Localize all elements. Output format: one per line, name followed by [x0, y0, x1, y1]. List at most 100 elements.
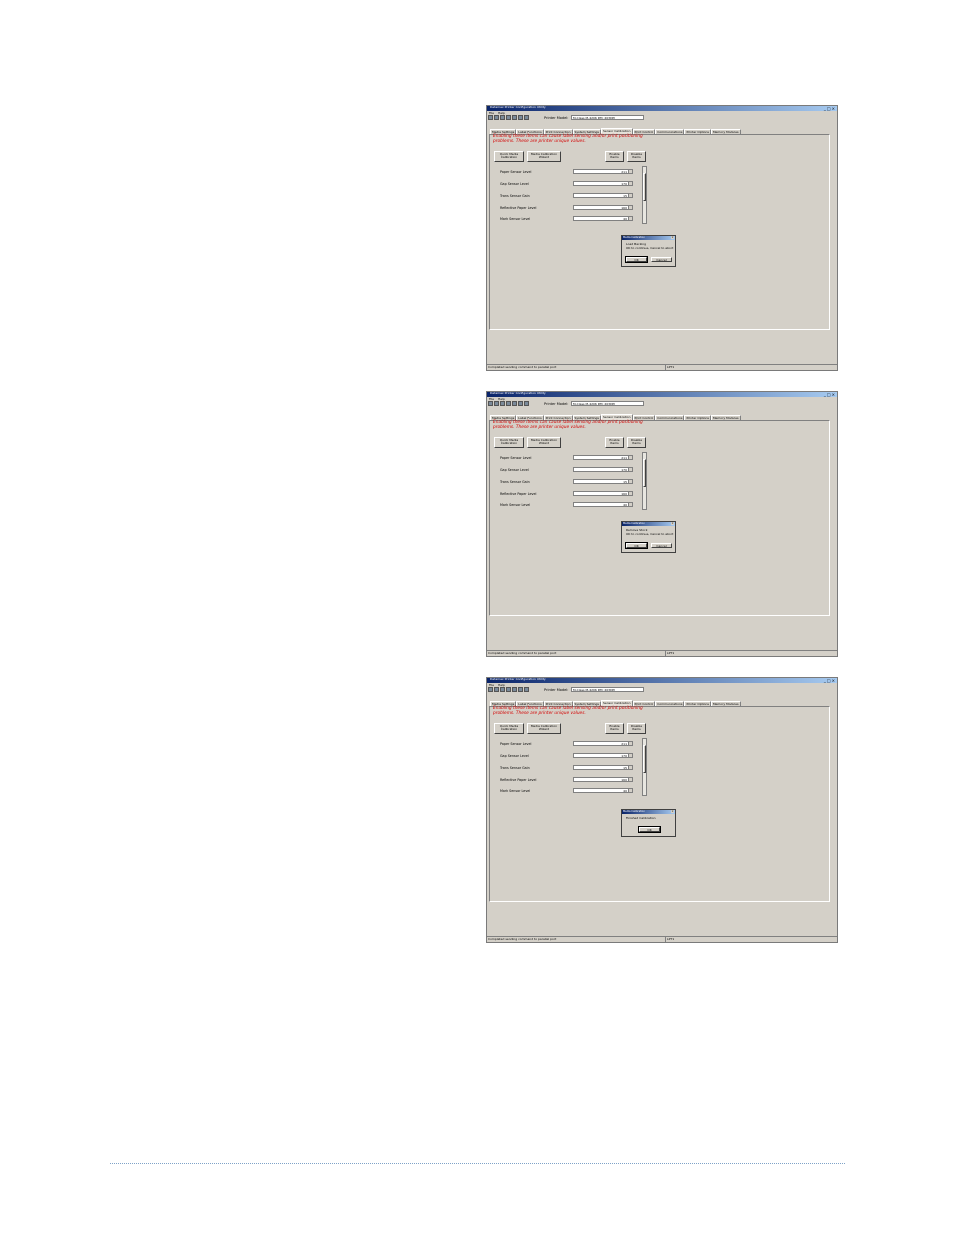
- scrollbar[interactable]: [642, 738, 647, 796]
- sensor-value: 15: [623, 766, 627, 770]
- printer-model-select[interactable]: M-Class M-4206 RTC 203DPI: [571, 687, 644, 692]
- scrollbar-thumb[interactable]: [643, 745, 646, 773]
- save-icon[interactable]: [494, 401, 499, 406]
- open-icon[interactable]: [488, 687, 493, 692]
- ok-button[interactable]: OK: [625, 256, 648, 263]
- new-icon[interactable]: [524, 115, 529, 120]
- spinner-arrows-icon[interactable]: [628, 789, 632, 792]
- spinner-arrows-icon[interactable]: [628, 182, 632, 185]
- spinner-arrows-icon[interactable]: [628, 492, 632, 495]
- spinner-arrows-icon[interactable]: [628, 468, 632, 471]
- cancel-button[interactable]: Cancel: [651, 257, 672, 262]
- media-calibration-wizard-button[interactable]: Media Calibration Wizard: [527, 151, 561, 162]
- window-controls-icon[interactable]: _□×: [824, 392, 836, 397]
- enable-items-button[interactable]: Enable Items: [605, 437, 624, 448]
- ok-button[interactable]: OK: [625, 542, 648, 549]
- zoom-icon[interactable]: [512, 401, 517, 406]
- spinner-arrows-icon[interactable]: [628, 742, 632, 745]
- sensor-value-stepper[interactable]: 211: [573, 169, 633, 174]
- send-icon[interactable]: [500, 687, 505, 692]
- send-icon[interactable]: [500, 401, 505, 406]
- spinner-arrows-icon[interactable]: [628, 754, 632, 757]
- save-icon[interactable]: [494, 115, 499, 120]
- zoom-icon[interactable]: [512, 115, 517, 120]
- sensor-value: 211: [621, 170, 627, 174]
- spinner-arrows-icon[interactable]: [628, 170, 632, 173]
- sensor-value-stepper[interactable]: 15: [573, 193, 633, 198]
- status-port: LPT1: [665, 937, 675, 942]
- window-controls-icon[interactable]: _□×: [824, 678, 836, 683]
- printer-icon[interactable]: [506, 115, 511, 120]
- close-icon[interactable]: ×: [671, 236, 674, 239]
- spinner-arrows-icon[interactable]: [628, 206, 632, 209]
- quick-media-calibration-button[interactable]: Quick Media Calibration: [494, 437, 524, 448]
- open-icon[interactable]: [488, 115, 493, 120]
- sensor-value-stepper[interactable]: 40: [573, 502, 633, 507]
- sensor-value: 40: [623, 789, 627, 793]
- help-icon[interactable]: [518, 687, 523, 692]
- media-calibration-wizard-button[interactable]: Media Calibration Wizard: [527, 723, 561, 734]
- disable-items-button[interactable]: Disable Items: [627, 151, 646, 162]
- close-icon[interactable]: ×: [671, 810, 674, 813]
- spinner-arrows-icon[interactable]: [628, 217, 632, 220]
- sensor-field-label: Trans Sensor Gain: [500, 766, 530, 770]
- spinner-arrows-icon[interactable]: [628, 194, 632, 197]
- send-icon[interactable]: [500, 115, 505, 120]
- new-icon[interactable]: [524, 687, 529, 692]
- sensor-value-stepper[interactable]: 40: [573, 216, 633, 221]
- spinner-arrows-icon[interactable]: [628, 456, 632, 459]
- quick-media-calibration-button[interactable]: Quick Media Calibration: [494, 151, 524, 162]
- printer-icon[interactable]: [506, 401, 511, 406]
- media-calibration-wizard-button[interactable]: Media Calibration Wizard: [527, 437, 561, 448]
- scrollbar-thumb[interactable]: [643, 173, 646, 201]
- sensor-value: 160: [621, 492, 627, 496]
- enable-items-button[interactable]: Enable Items: [605, 723, 624, 734]
- window-titlebar[interactable]: Datamax Printer Configuration Utility _□×: [487, 392, 837, 397]
- sensor-value-stepper[interactable]: 15: [573, 765, 633, 770]
- sensor-value-stepper[interactable]: 170: [573, 467, 633, 472]
- quick-media-calibration-button[interactable]: Quick Media Calibration: [494, 723, 524, 734]
- cancel-button[interactable]: Cancel: [651, 543, 672, 548]
- new-icon[interactable]: [524, 401, 529, 406]
- zoom-icon[interactable]: [512, 687, 517, 692]
- save-icon[interactable]: [494, 687, 499, 692]
- window-controls-icon[interactable]: _□×: [824, 106, 836, 111]
- help-icon[interactable]: [518, 401, 523, 406]
- spinner-arrows-icon[interactable]: [628, 766, 632, 769]
- sensor-field-label: Mark Sensor Level: [500, 217, 531, 221]
- printer-model-select[interactable]: M-Class M-4206 RTC 203DPI: [571, 115, 644, 120]
- printer-model-select[interactable]: M-Class M-4206 RTC 203DPI: [571, 401, 644, 406]
- disable-items-button[interactable]: Disable Items: [627, 437, 646, 448]
- close-icon[interactable]: ×: [671, 522, 674, 525]
- status-bar: Completed sending command to parallel po…: [487, 650, 837, 656]
- sensor-value-stepper[interactable]: 15: [573, 479, 633, 484]
- dialog-message: Remove Stock OK to continue, Cancel to a…: [626, 528, 674, 536]
- spinner-arrows-icon[interactable]: [628, 778, 632, 781]
- spinner-arrows-icon[interactable]: [628, 480, 632, 483]
- help-icon[interactable]: [518, 115, 523, 120]
- spinner-arrows-icon[interactable]: [628, 503, 632, 506]
- sensor-value-stepper[interactable]: 160: [573, 205, 633, 210]
- printer-model-label: Printer Model:: [544, 116, 569, 120]
- tab-panel: [489, 420, 830, 616]
- sensor-value: 211: [621, 742, 627, 746]
- scrollbar-thumb[interactable]: [643, 459, 646, 487]
- window-titlebar[interactable]: Datamax Printer Configuration Utility _□×: [487, 106, 837, 111]
- screenshot-remove-stock: Datamax Printer Configuration Utility _□×…: [486, 391, 838, 657]
- printer-icon[interactable]: [506, 687, 511, 692]
- disable-items-button[interactable]: Disable Items: [627, 723, 646, 734]
- sensor-value-stepper[interactable]: 170: [573, 181, 633, 186]
- scrollbar[interactable]: [642, 452, 647, 510]
- warning-text: Enabling these items can cause label sen…: [493, 134, 643, 145]
- enable-items-button[interactable]: Enable Items: [605, 151, 624, 162]
- sensor-value-stepper[interactable]: 170: [573, 753, 633, 758]
- ok-button[interactable]: OK: [638, 826, 661, 833]
- sensor-value-stepper[interactable]: 211: [573, 741, 633, 746]
- window-titlebar[interactable]: Datamax Printer Configuration Utility _□×: [487, 678, 837, 683]
- sensor-value-stepper[interactable]: 160: [573, 777, 633, 782]
- sensor-value-stepper[interactable]: 211: [573, 455, 633, 460]
- scrollbar[interactable]: [642, 166, 647, 224]
- sensor-value-stepper[interactable]: 160: [573, 491, 633, 496]
- open-icon[interactable]: [488, 401, 493, 406]
- sensor-value-stepper[interactable]: 40: [573, 788, 633, 793]
